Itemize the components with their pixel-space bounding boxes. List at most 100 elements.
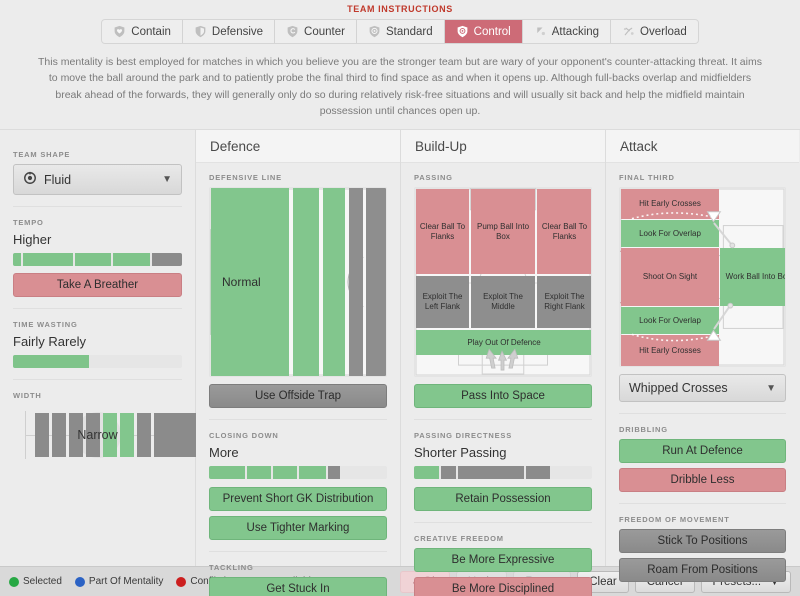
get-stuck-in-button[interactable]: Get Stuck In bbox=[209, 577, 387, 596]
crosses-value: Whipped Crosses bbox=[629, 381, 728, 396]
shield-target-icon bbox=[456, 25, 469, 38]
mentality-tab-contain[interactable]: Contain bbox=[102, 20, 183, 43]
closing-down-bar[interactable] bbox=[209, 466, 387, 480]
defensive-line-strip-2[interactable] bbox=[293, 188, 319, 377]
zone-clear-ball-to-flanks-left[interactable]: Clear Ball To Flanks bbox=[416, 189, 469, 275]
mentality-bar: Contain Defensive Counter Standard Contr… bbox=[0, 19, 800, 44]
crosses-dropdown[interactable]: Whipped Crosses ▼ bbox=[619, 374, 786, 403]
mentality-tab-label: Standard bbox=[385, 25, 433, 38]
zone-hit-early-crosses-top[interactable]: Hit Early Crosses bbox=[621, 189, 719, 220]
zone-pump-ball-into-box[interactable]: Pump Ball Into Box bbox=[471, 189, 535, 275]
zone-play-out-of-defence[interactable]: Play Out Of Defence bbox=[416, 330, 591, 356]
tempo-label: TEMPO bbox=[13, 218, 44, 228]
team-shape-value: Fluid bbox=[44, 172, 72, 187]
width-bar-9[interactable] bbox=[168, 413, 182, 458]
creative-freedom-label: CREATIVE FREEDOM bbox=[414, 534, 504, 544]
passing-directness-bar[interactable] bbox=[414, 466, 592, 480]
mentality-tab-defensive[interactable]: Defensive bbox=[182, 20, 276, 43]
zone-shoot-on-sight[interactable]: Shoot On Sight bbox=[621, 248, 719, 307]
shield-arrow-icon bbox=[286, 25, 299, 38]
zone-exploit-the-right-flank[interactable]: Exploit The Right Flank bbox=[537, 276, 591, 329]
use-offside-trap-button[interactable]: Use Offside Trap bbox=[209, 384, 387, 409]
stick-to-positions-button[interactable]: Stick To Positions bbox=[619, 529, 786, 554]
legend-label: Selected bbox=[23, 576, 62, 587]
divider bbox=[414, 522, 592, 524]
tempo-bar[interactable] bbox=[13, 253, 182, 267]
width-bar-7[interactable] bbox=[137, 413, 151, 458]
dribble-less-button[interactable]: Dribble Less bbox=[619, 468, 786, 493]
defensive-line-strip-3[interactable] bbox=[323, 188, 345, 377]
legend-item-part-of-mentality: Part Of Mentality bbox=[74, 576, 163, 587]
mentality-tab-attacking[interactable]: Attacking bbox=[522, 20, 612, 43]
mentality-tab-counter[interactable]: Counter bbox=[275, 20, 357, 43]
page-title: TEAM INSTRUCTIONS bbox=[347, 4, 453, 14]
mentality-tab-label: Counter bbox=[304, 25, 345, 38]
passing-pitch[interactable]: Clear Ball To Flanks Pump Ball Into Box … bbox=[414, 187, 592, 378]
tackling-label: TACKLING bbox=[209, 563, 254, 573]
time-wasting-value: Fairly Rarely bbox=[13, 334, 86, 350]
shield-icon bbox=[194, 25, 207, 38]
width-bar-1[interactable] bbox=[35, 413, 49, 458]
mentality-tab-overload[interactable]: Overload bbox=[611, 20, 698, 43]
use-tighter-marking-button[interactable]: Use Tighter Marking bbox=[209, 516, 387, 541]
roam-from-positions-button[interactable]: Roam From Positions bbox=[619, 558, 786, 583]
defensive-line-value: Normal bbox=[222, 275, 261, 290]
mentality-tab-label: Overload bbox=[640, 25, 687, 38]
width-label: WIDTH bbox=[13, 391, 42, 401]
instructions-columns: TEAM SHAPE Fluid ▼ TEMPO Higher Take A B… bbox=[0, 129, 800, 596]
team-settings-column: TEAM SHAPE Fluid ▼ TEMPO Higher Take A B… bbox=[0, 130, 196, 566]
zone-look-for-overlap-top[interactable]: Look For Overlap bbox=[621, 220, 719, 248]
zone-hit-early-crosses-bottom[interactable]: Hit Early Crosses bbox=[621, 335, 719, 367]
final-third-label: FINAL THIRD bbox=[619, 173, 675, 183]
final-third-pitch[interactable]: Hit Early Crosses Look For Overlap Shoot… bbox=[619, 187, 786, 368]
be-more-expressive-button[interactable]: Be More Expressive bbox=[414, 548, 592, 573]
team-shape-label: TEAM SHAPE bbox=[13, 150, 71, 160]
zone-clear-ball-to-flanks-right[interactable]: Clear Ball To Flanks bbox=[537, 189, 591, 275]
mentality-tab-label: Control bbox=[473, 25, 511, 38]
zone-exploit-the-middle[interactable]: Exploit The Middle bbox=[471, 276, 535, 329]
mentality-tabs: Contain Defensive Counter Standard Contr… bbox=[101, 19, 699, 44]
defensive-line-label: DEFENSIVE LINE bbox=[209, 173, 282, 183]
width-bar-6[interactable] bbox=[120, 413, 134, 458]
width-bar-2[interactable] bbox=[52, 413, 66, 458]
mentality-tab-label: Contain bbox=[131, 25, 171, 38]
zone-exploit-the-left-flank[interactable]: Exploit The Left Flank bbox=[416, 276, 469, 329]
defence-column: Defence DEFENSIVE LINE Normal Use Offsid… bbox=[196, 130, 401, 596]
legend-dot-part-of-mentality bbox=[74, 576, 85, 587]
prevent-short-gk-distribution-button[interactable]: Prevent Short GK Distribution bbox=[209, 487, 387, 512]
zone-work-ball-into-box[interactable]: Work Ball Into Box bbox=[720, 248, 785, 307]
divider bbox=[619, 413, 786, 415]
attack-column-title: Attack bbox=[606, 130, 799, 164]
pass-into-space-button[interactable]: Pass Into Space bbox=[414, 384, 592, 409]
mentality-tab-label: Attacking bbox=[551, 25, 600, 38]
mentality-tab-control[interactable]: Control bbox=[444, 20, 523, 43]
dribbling-label: DRIBBLING bbox=[619, 425, 668, 435]
divider bbox=[619, 503, 786, 505]
width-bar-10[interactable] bbox=[182, 413, 196, 458]
zone-look-for-overlap-bottom[interactable]: Look For Overlap bbox=[621, 307, 719, 335]
closing-down-value: More bbox=[209, 445, 239, 461]
team-instructions-screen: TEAM INSTRUCTIONS Contain Defensive Coun… bbox=[0, 0, 800, 596]
arrow-up-left-icon bbox=[534, 25, 547, 38]
build-up-column-title: Build-Up bbox=[401, 130, 605, 164]
retain-possession-button[interactable]: Retain Possession bbox=[414, 487, 592, 512]
team-shape-dropdown[interactable]: Fluid ▼ bbox=[13, 164, 182, 196]
take-a-breather-button[interactable]: Take A Breather bbox=[13, 273, 182, 298]
defence-column-title: Defence bbox=[196, 130, 400, 164]
defensive-line-strip-4[interactable] bbox=[349, 188, 363, 377]
mentality-description: This mentality is best employed for matc… bbox=[38, 56, 762, 117]
defensive-line-strip-5[interactable] bbox=[366, 188, 386, 377]
shield-circle-icon bbox=[368, 25, 381, 38]
be-more-disciplined-button[interactable]: Be More Disciplined bbox=[414, 577, 592, 596]
chevron-down-icon: ▼ bbox=[766, 382, 776, 394]
width-bar-8[interactable] bbox=[154, 413, 168, 458]
defensive-line-pitch[interactable]: Normal bbox=[209, 187, 387, 378]
divider bbox=[13, 379, 182, 381]
closing-down-label: CLOSING DOWN bbox=[209, 431, 279, 441]
run-at-defence-button[interactable]: Run At Defence bbox=[619, 439, 786, 464]
width-widget[interactable]: Narrow bbox=[13, 405, 196, 465]
mentality-tab-standard[interactable]: Standard bbox=[356, 20, 445, 43]
mentality-tab-label: Defensive bbox=[211, 25, 264, 38]
time-wasting-bar[interactable] bbox=[13, 355, 182, 369]
passing-label: PASSING bbox=[414, 173, 453, 183]
